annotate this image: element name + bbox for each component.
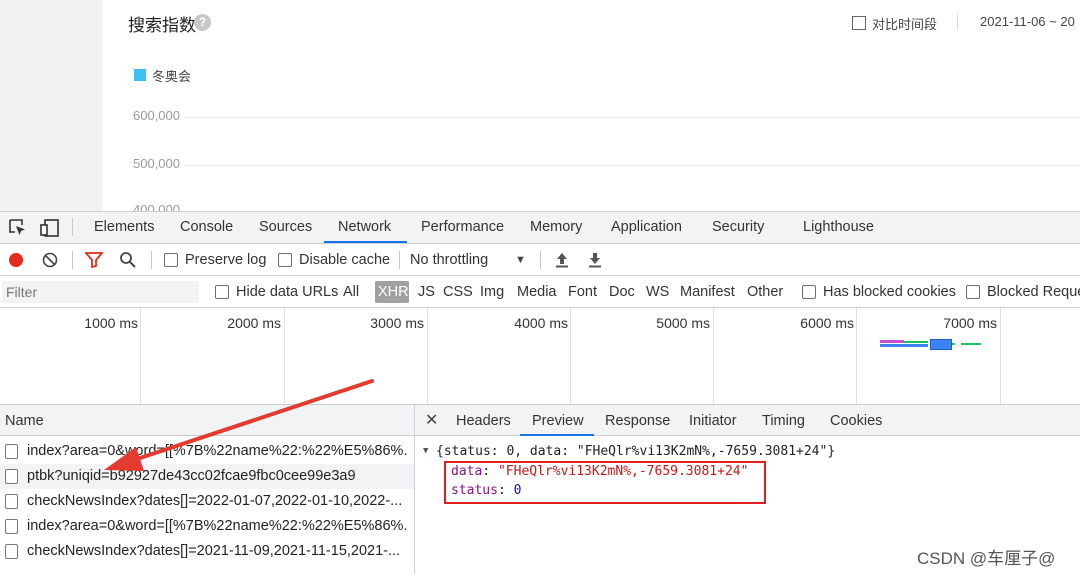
watermark: CSDN @车厘子@ <box>917 549 1056 568</box>
annotation-arrow-icon <box>104 379 374 471</box>
